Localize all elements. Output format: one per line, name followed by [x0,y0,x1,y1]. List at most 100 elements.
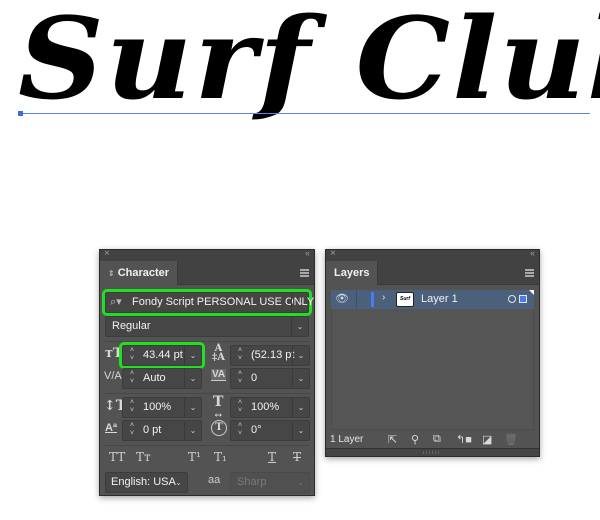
target-icon[interactable] [508,295,516,303]
character-rotation-icon: T [211,420,227,436]
stepper-icon[interactable]: ˄ ˅ [234,422,246,441]
kerning-icon: V/A [104,370,122,382]
divider [104,393,310,394]
new-sublayer-icon[interactable]: ↰■ [456,433,472,446]
all-caps-button[interactable]: TT [109,450,125,464]
export-icon[interactable]: ⇱ [388,433,397,446]
clipping-mask-icon[interactable]: ⧉ [433,433,441,446]
horizontal-scale-icon: T ↔ [213,394,224,421]
divider [356,290,357,309]
text-anchor-point[interactable] [18,111,23,116]
font-size-field[interactable]: ˄ ˅ 43.44 pt ⌄ [119,342,205,369]
kerning-value: Auto [143,372,166,384]
superscript-button[interactable]: T¹ [188,450,201,464]
language-value: English: USA [111,476,176,488]
antialiasing-value: Sharp [237,476,267,488]
chevron-down-icon[interactable]: ⌄ [291,293,308,312]
stepper-icon[interactable]: ˄ ˅ [234,347,246,366]
baseline-shift-field[interactable]: ˄ ˅ 0 pt ⌄ [122,420,202,441]
language-select[interactable]: English: USA ⌄ [105,472,188,493]
chevron-down-icon[interactable]: ⌄ [170,473,187,492]
horizontal-scale-field[interactable]: ˄ ˅ 100% ⌄ [230,397,310,418]
stepper-icon[interactable]: ˄ ˅ [126,399,138,418]
tracking-icon: VA [211,369,227,381]
tab-layers[interactable]: Layers [326,261,379,285]
panel-tabbar: Layers [326,261,539,285]
new-layer-icon[interactable]: ◪ [482,433,492,446]
close-icon[interactable]: × [330,248,336,259]
vertical-scale-value: 100% [143,401,172,413]
collapse-icon[interactable]: ‹‹ [305,248,310,258]
eye-icon[interactable]: 👁 [335,292,349,305]
stepper-icon[interactable]: ˄ ˅ [126,347,138,366]
font-family-select[interactable]: ⌕▾ Fondy Script PERSONAL USE ONLY ⌄ [102,289,314,316]
rotation-value: 0° [251,424,262,436]
font-size-value: 43.44 pt [143,349,183,361]
underline-button[interactable]: T [268,450,276,464]
close-icon[interactable]: × [104,248,110,259]
panel-menu-icon[interactable] [525,269,534,277]
stepper-icon[interactable]: ˄ ˅ [234,399,246,418]
chevron-down-icon[interactable]: ⌄ [184,369,201,388]
stepper-icon[interactable]: ˄ ˅ [234,370,246,389]
tab-character[interactable]: ⇕ Character [100,261,179,285]
layer-color-swatch [371,292,374,307]
locate-object-icon[interactable]: ⚲ [411,433,419,446]
chevron-down-icon[interactable]: ⌄ [292,346,309,365]
tab-label: Character [117,267,170,279]
search-icon: ⌕▾ [110,296,122,308]
selection-indicator-icon[interactable] [519,295,527,303]
chevron-down-icon[interactable]: ⌄ [184,421,201,440]
baseline-shift-value: 0 pt [143,424,162,436]
chevron-down-icon[interactable]: ⌄ [184,346,201,365]
panel-titlebar[interactable]: × ‹‹ [100,248,314,261]
collapse-icon[interactable]: ‹‹ [530,248,535,258]
resize-grip[interactable] [326,448,539,456]
small-caps-button[interactable]: Tт [136,450,151,464]
panel-tabbar: ⇕ Character [100,261,314,285]
layer-thumbnail: Surf Club [396,292,414,307]
leading-icon: A ‡A [212,343,225,363]
chevron-down-icon[interactable]: ⌄ [184,398,201,417]
trash-icon: 🗑 [504,434,518,446]
tracking-value: 0 [251,372,258,384]
chevron-down-icon[interactable]: ⌄ [291,317,308,336]
chevron-right-icon[interactable]: › [382,292,385,303]
layers-footer: 1 Layer ⇱ ⚲ ⧉ ↰■ ◪ 🗑 [326,432,539,448]
leading-field[interactable]: ˄ ˅ (52.13 pt ⌄ [230,345,310,366]
font-size-icon: тT [105,346,123,361]
stepper-icon[interactable]: ˄ ˅ [126,422,138,441]
horizontal-scale-value: 100% [251,401,280,413]
antialiasing-icon: aa [208,474,221,486]
layers-list [331,290,534,430]
font-style-value: Regular [112,320,151,332]
leading-value: (52.13 pt [251,349,295,361]
rotation-field[interactable]: ˄ ˅ 0° ⌄ [230,420,310,441]
font-style-select[interactable]: Regular ⌄ [105,316,309,337]
layer-name[interactable]: Layer 1 [421,290,458,309]
layer-row[interactable]: 👁 › Surf Club Layer 1 [331,290,534,309]
font-family-value: Fondy Script PERSONAL USE ONLY [132,296,315,308]
stepper-icon[interactable]: ˄ ˅ [126,370,138,389]
panel-menu-icon[interactable] [300,269,309,277]
chevron-down-icon: ⌄ [297,478,304,487]
baseline-shift-icon: Aª [105,422,118,434]
updown-arrows-icon: ⇕ [108,269,115,278]
surf-club-text-object[interactable]: Surf Club [18,0,600,125]
divider [104,341,310,342]
divider [104,445,310,446]
kerning-select[interactable]: ˄ ˅ Auto ⌄ [122,368,202,389]
panel-titlebar[interactable]: × ‹‹ [326,248,539,261]
chevron-down-icon[interactable]: ⌄ [292,421,309,440]
vertical-scale-field[interactable]: ˄ ˅ 100% ⌄ [122,397,202,418]
tracking-select[interactable]: ˄ ˅ 0 ⌄ [230,368,310,389]
subscript-button[interactable]: T₁ [214,450,227,464]
character-panel: × ‹‹ ⇕ Character ⌕▾ Fondy Script PERSONAL… [99,248,315,496]
chevron-down-icon[interactable]: ⌄ [292,398,309,417]
chevron-down-icon[interactable]: ⌄ [292,369,309,388]
strikethrough-button[interactable]: T [293,450,301,464]
antialiasing-select: Sharp ⌄ [230,472,310,493]
artboard-canvas[interactable]: Surf Club [0,0,600,140]
corner-indicator [529,290,534,295]
layers-panel: × ‹‹ Layers 👁 › Surf Club Layer 1 1 Laye… [325,248,540,457]
